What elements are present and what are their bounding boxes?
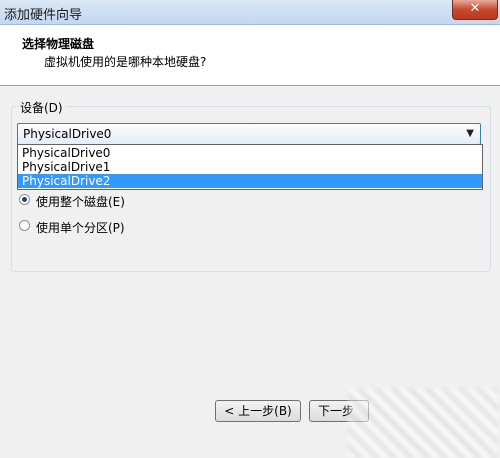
wizard-header: 选择物理磁盘 虚拟机使用的是哪种本地硬盘? bbox=[0, 25, 500, 86]
device-group-label: 设备(D) bbox=[17, 99, 66, 116]
radio-use-whole-disk[interactable]: 使用整个磁盘(E) bbox=[19, 191, 219, 209]
dropdown-option-physicaldrive2[interactable]: PhysicalDrive2 bbox=[18, 174, 482, 188]
page-title: 选择物理磁盘 bbox=[22, 37, 95, 51]
radio-unchecked-icon[interactable] bbox=[19, 220, 30, 231]
device-combobox[interactable]: PhysicalDrive0 ▼ bbox=[17, 123, 481, 145]
device-dropdown-list: PhysicalDrive0 PhysicalDrive1 PhysicalDr… bbox=[17, 144, 483, 190]
window-title: 添加硬件向导 bbox=[4, 8, 83, 23]
radio-use-single-partition-label: 使用单个分区(P) bbox=[36, 221, 125, 235]
page-subtitle: 虚拟机使用的是哪种本地硬盘? bbox=[44, 55, 207, 69]
chevron-down-icon[interactable]: ▼ bbox=[466, 128, 474, 139]
back-button[interactable]: < 上一步(B) bbox=[215, 400, 301, 422]
blurred-watermark bbox=[348, 388, 498, 458]
radio-use-whole-disk-label: 使用整个磁盘(E) bbox=[36, 195, 125, 209]
dropdown-option-physicaldrive1[interactable]: PhysicalDrive1 bbox=[18, 160, 482, 174]
radio-use-single-partition[interactable]: 使用单个分区(P) bbox=[19, 217, 219, 235]
device-selected-value: PhysicalDrive0 bbox=[23, 127, 112, 141]
dropdown-option-physicaldrive0[interactable]: PhysicalDrive0 bbox=[18, 146, 482, 160]
close-button[interactable]: ✕ bbox=[452, 0, 498, 20]
close-icon: ✕ bbox=[469, 1, 481, 16]
title-bar: 添加硬件向导 ✕ bbox=[0, 0, 500, 25]
radio-checked-icon[interactable] bbox=[19, 194, 30, 205]
